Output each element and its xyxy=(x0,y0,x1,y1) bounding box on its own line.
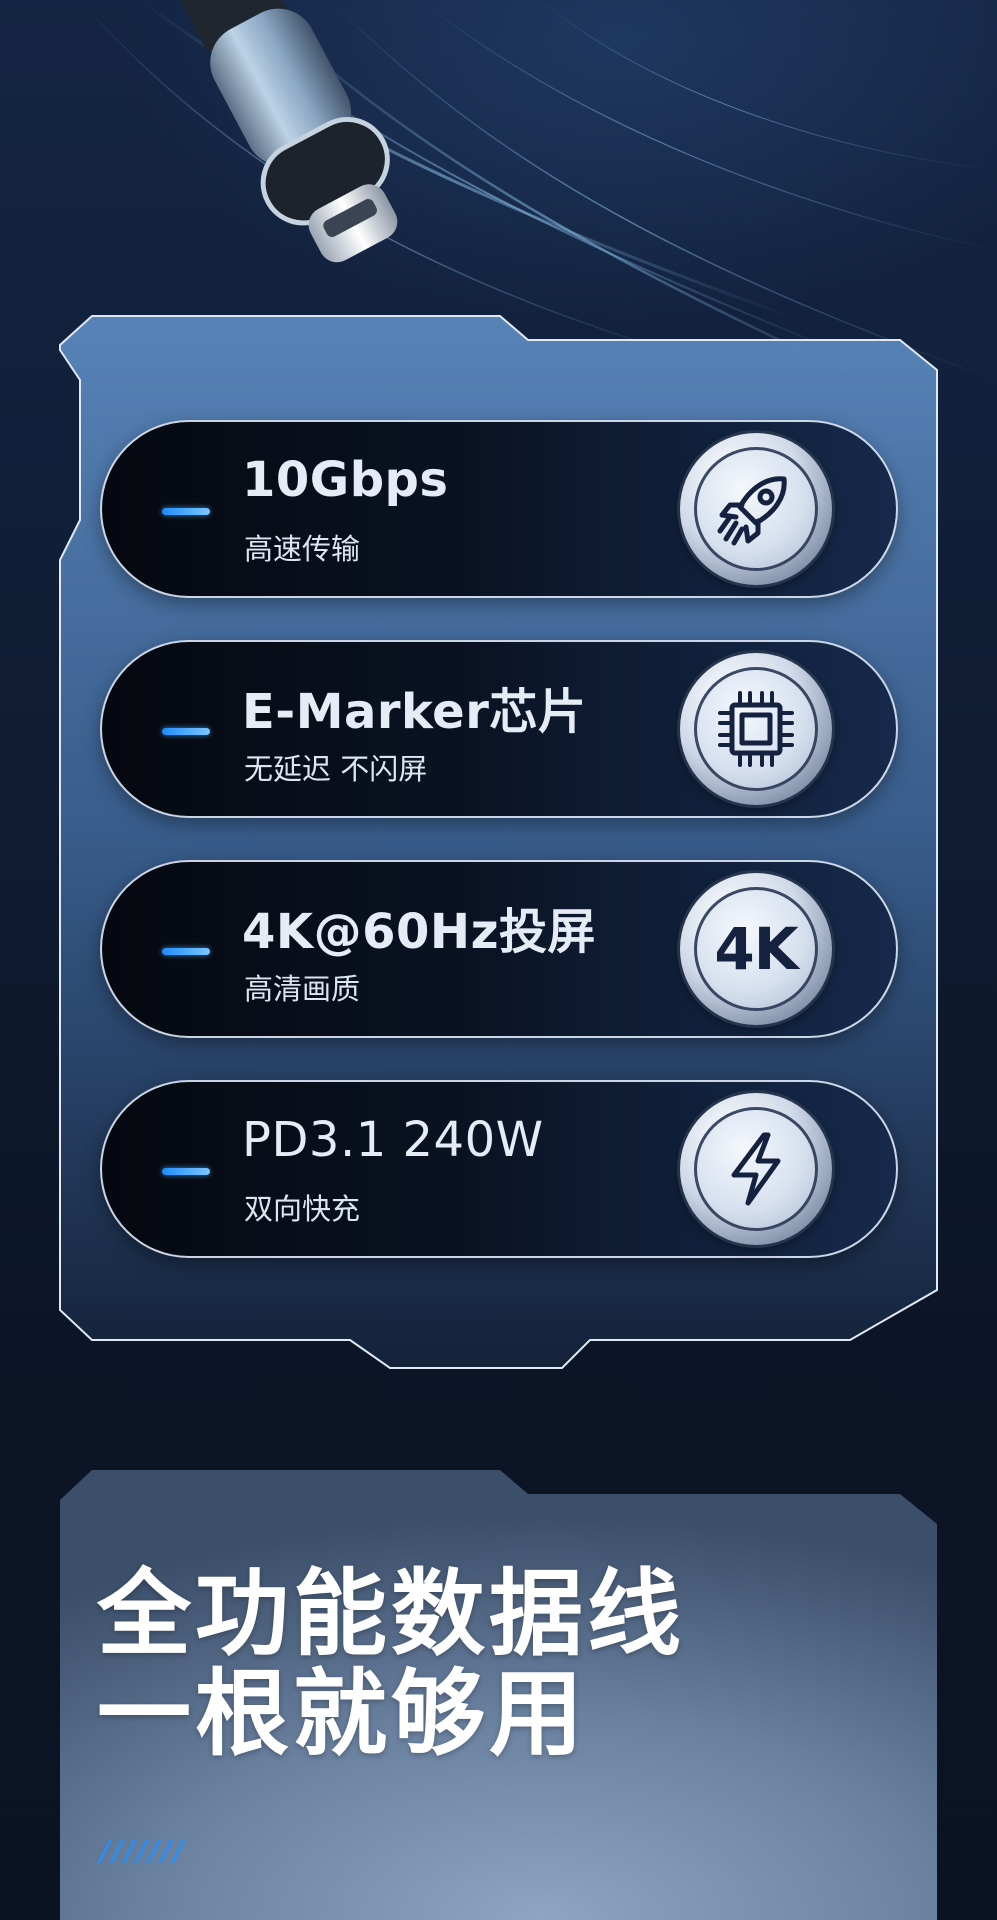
lightning-icon xyxy=(731,1132,781,1206)
blue-dash-marker xyxy=(162,508,210,515)
feature-title: 4K@60Hz投屏 xyxy=(242,904,597,960)
feature-subtitle: 双向快充 xyxy=(244,1192,361,1226)
rocket-icon xyxy=(717,476,787,546)
headline-line-2: 一根就够用 xyxy=(97,1660,588,1769)
badge xyxy=(680,1093,832,1245)
feature-subtitle: 无延迟 不闪屏 xyxy=(244,752,428,786)
feature-item-emarker: E-Marker芯片 无延迟 不闪屏 xyxy=(100,640,898,818)
badge-4k-text: 4K xyxy=(714,915,798,983)
blue-dash-marker xyxy=(162,728,210,735)
feature-title: 10Gbps xyxy=(242,452,449,508)
headline: 全功能数据线 一根就够用 xyxy=(97,1565,685,1765)
feature-subtitle: 高速传输 xyxy=(244,532,361,566)
slash-decoration: /////// xyxy=(100,1834,186,1867)
blue-dash-marker xyxy=(162,1168,210,1175)
feature-title: E-Marker芯片 xyxy=(242,684,587,740)
feature-item-charging: PD3.1 240W 双向快充 xyxy=(100,1080,898,1258)
feature-item-display: 4K@60Hz投屏 高清画质 4K xyxy=(100,860,898,1038)
feature-item-speed: 10Gbps 高速传输 xyxy=(100,420,898,598)
blue-dash-marker xyxy=(162,948,210,955)
feature-list: 10Gbps 高速传输 E-Marker芯片 无延迟 不闪屏 4K@60Hz投屏… xyxy=(100,420,898,1258)
headline-line-1: 全功能数据线 xyxy=(97,1560,686,1669)
feature-subtitle: 高清画质 xyxy=(244,972,361,1006)
feature-title: PD3.1 240W xyxy=(242,1112,544,1168)
chip-icon xyxy=(718,691,794,767)
badge xyxy=(680,433,832,585)
badge xyxy=(680,653,832,805)
badge-4k: 4K xyxy=(680,873,832,1025)
